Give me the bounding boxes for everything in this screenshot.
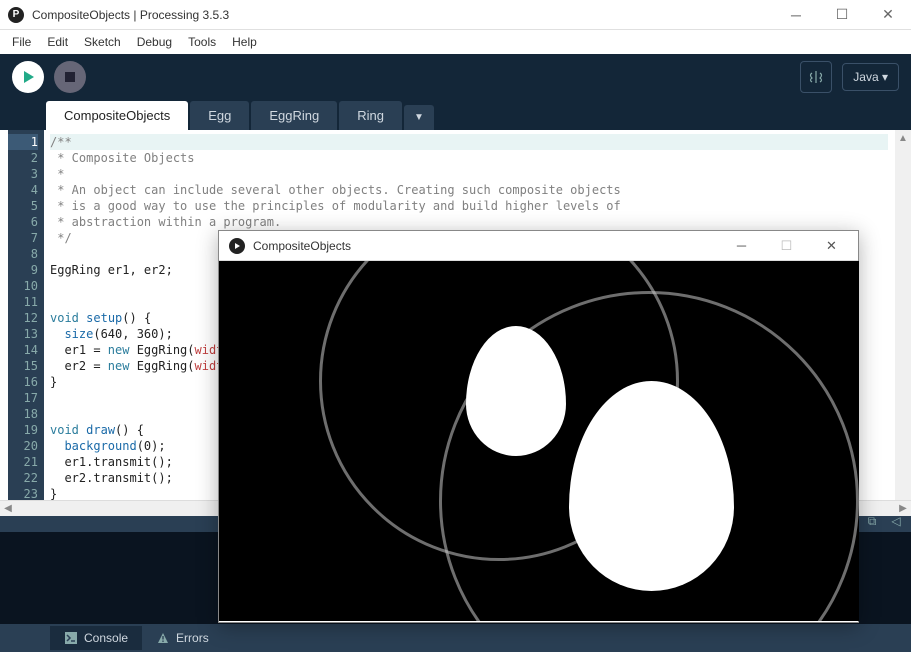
line-number: 9 xyxy=(8,262,38,278)
line-number: 14 xyxy=(8,342,38,358)
line-number: 18 xyxy=(8,406,38,422)
menu-debug[interactable]: Debug xyxy=(129,32,180,52)
line-number: 23 xyxy=(8,486,38,502)
scroll-left-arrow[interactable]: ◀ xyxy=(0,503,16,514)
debug-button[interactable] xyxy=(800,61,832,93)
play-icon xyxy=(24,71,34,83)
code-line[interactable]: * xyxy=(50,166,888,182)
tab-errors[interactable]: Errors xyxy=(142,626,223,650)
sketch-window-title: CompositeObjects xyxy=(253,239,719,253)
line-number: 8 xyxy=(8,246,38,262)
sketch-app-icon xyxy=(229,238,245,254)
run-button[interactable] xyxy=(12,61,44,93)
line-number: 10 xyxy=(8,278,38,294)
line-number: 16 xyxy=(8,374,38,390)
errors-tab-label: Errors xyxy=(176,631,209,645)
menu-sketch[interactable]: Sketch xyxy=(76,32,129,52)
butterfly-icon xyxy=(807,68,825,86)
sketch-minimize-button[interactable]: ─ xyxy=(719,232,764,260)
line-number: 4 xyxy=(8,182,38,198)
console-icon xyxy=(64,631,78,645)
line-number: 21 xyxy=(8,454,38,470)
processing-app-icon: P xyxy=(8,7,24,23)
sketch-output-window[interactable]: CompositeObjects ─ ☐ ✕ xyxy=(218,230,859,623)
line-number: 19 xyxy=(8,422,38,438)
tab-egg[interactable]: Egg xyxy=(190,101,249,130)
stop-button[interactable] xyxy=(54,61,86,93)
line-number: 17 xyxy=(8,390,38,406)
code-line[interactable]: * An object can include several other ob… xyxy=(50,182,888,198)
scroll-right-arrow[interactable]: ▶ xyxy=(895,503,911,514)
toolbar: Java ▾ xyxy=(0,54,911,100)
code-line[interactable]: * Composite Objects xyxy=(50,150,888,166)
console-tab-label: Console xyxy=(84,631,128,645)
line-number: 13 xyxy=(8,326,38,342)
tab-compositeobjects[interactable]: CompositeObjects xyxy=(46,101,188,130)
language-mode-select[interactable]: Java ▾ xyxy=(842,63,899,91)
menu-help[interactable]: Help xyxy=(224,32,265,52)
line-number: 6 xyxy=(8,214,38,230)
stop-icon xyxy=(65,72,75,82)
menu-edit[interactable]: Edit xyxy=(39,32,76,52)
line-number: 1 xyxy=(8,134,38,150)
sketch-canvas xyxy=(219,261,859,621)
menu-bar: FileEditSketchDebugToolsHelp xyxy=(0,30,911,54)
errors-icon xyxy=(156,631,170,645)
minimize-button[interactable]: ─ xyxy=(773,0,819,30)
line-gutter: 1234567891011121314151617181920212223 xyxy=(8,130,44,500)
close-button[interactable]: ✕ xyxy=(865,0,911,30)
line-number: 15 xyxy=(8,358,38,374)
window-titlebar: P CompositeObjects | Processing 3.5.3 ─ … xyxy=(0,0,911,30)
window-title: CompositeObjects | Processing 3.5.3 xyxy=(32,8,773,22)
line-number: 2 xyxy=(8,150,38,166)
code-line[interactable]: * abstraction within a program. xyxy=(50,214,888,230)
line-number: 12 xyxy=(8,310,38,326)
sketch-maximize-button[interactable]: ☐ xyxy=(764,232,809,260)
tab-dropdown-arrow[interactable]: ▼ xyxy=(404,105,434,130)
line-number: 5 xyxy=(8,198,38,214)
line-number: 11 xyxy=(8,294,38,310)
line-number: 3 xyxy=(8,166,38,182)
tab-eggring[interactable]: EggRing xyxy=(251,101,337,130)
sketch-titlebar[interactable]: CompositeObjects ─ ☐ ✕ xyxy=(219,231,858,261)
tab-console[interactable]: Console xyxy=(50,626,142,650)
code-line[interactable]: /** xyxy=(50,134,888,150)
menu-file[interactable]: File xyxy=(4,32,39,52)
tab-ring[interactable]: Ring xyxy=(339,101,402,130)
line-number: 7 xyxy=(8,230,38,246)
sketch-close-button[interactable]: ✕ xyxy=(809,232,854,260)
scroll-up-arrow[interactable]: ▲ xyxy=(895,130,911,146)
menu-tools[interactable]: Tools xyxy=(180,32,224,52)
maximize-button[interactable]: ☐ xyxy=(819,0,865,30)
footer-tabs: Console Errors xyxy=(0,624,911,652)
vertical-scrollbar[interactable]: ▲ xyxy=(895,130,911,500)
line-number: 20 xyxy=(8,438,38,454)
code-line[interactable]: * is a good way to use the principles of… xyxy=(50,198,888,214)
line-number: 22 xyxy=(8,470,38,486)
sketch-tabs: CompositeObjectsEggEggRingRing▼ xyxy=(0,100,911,130)
